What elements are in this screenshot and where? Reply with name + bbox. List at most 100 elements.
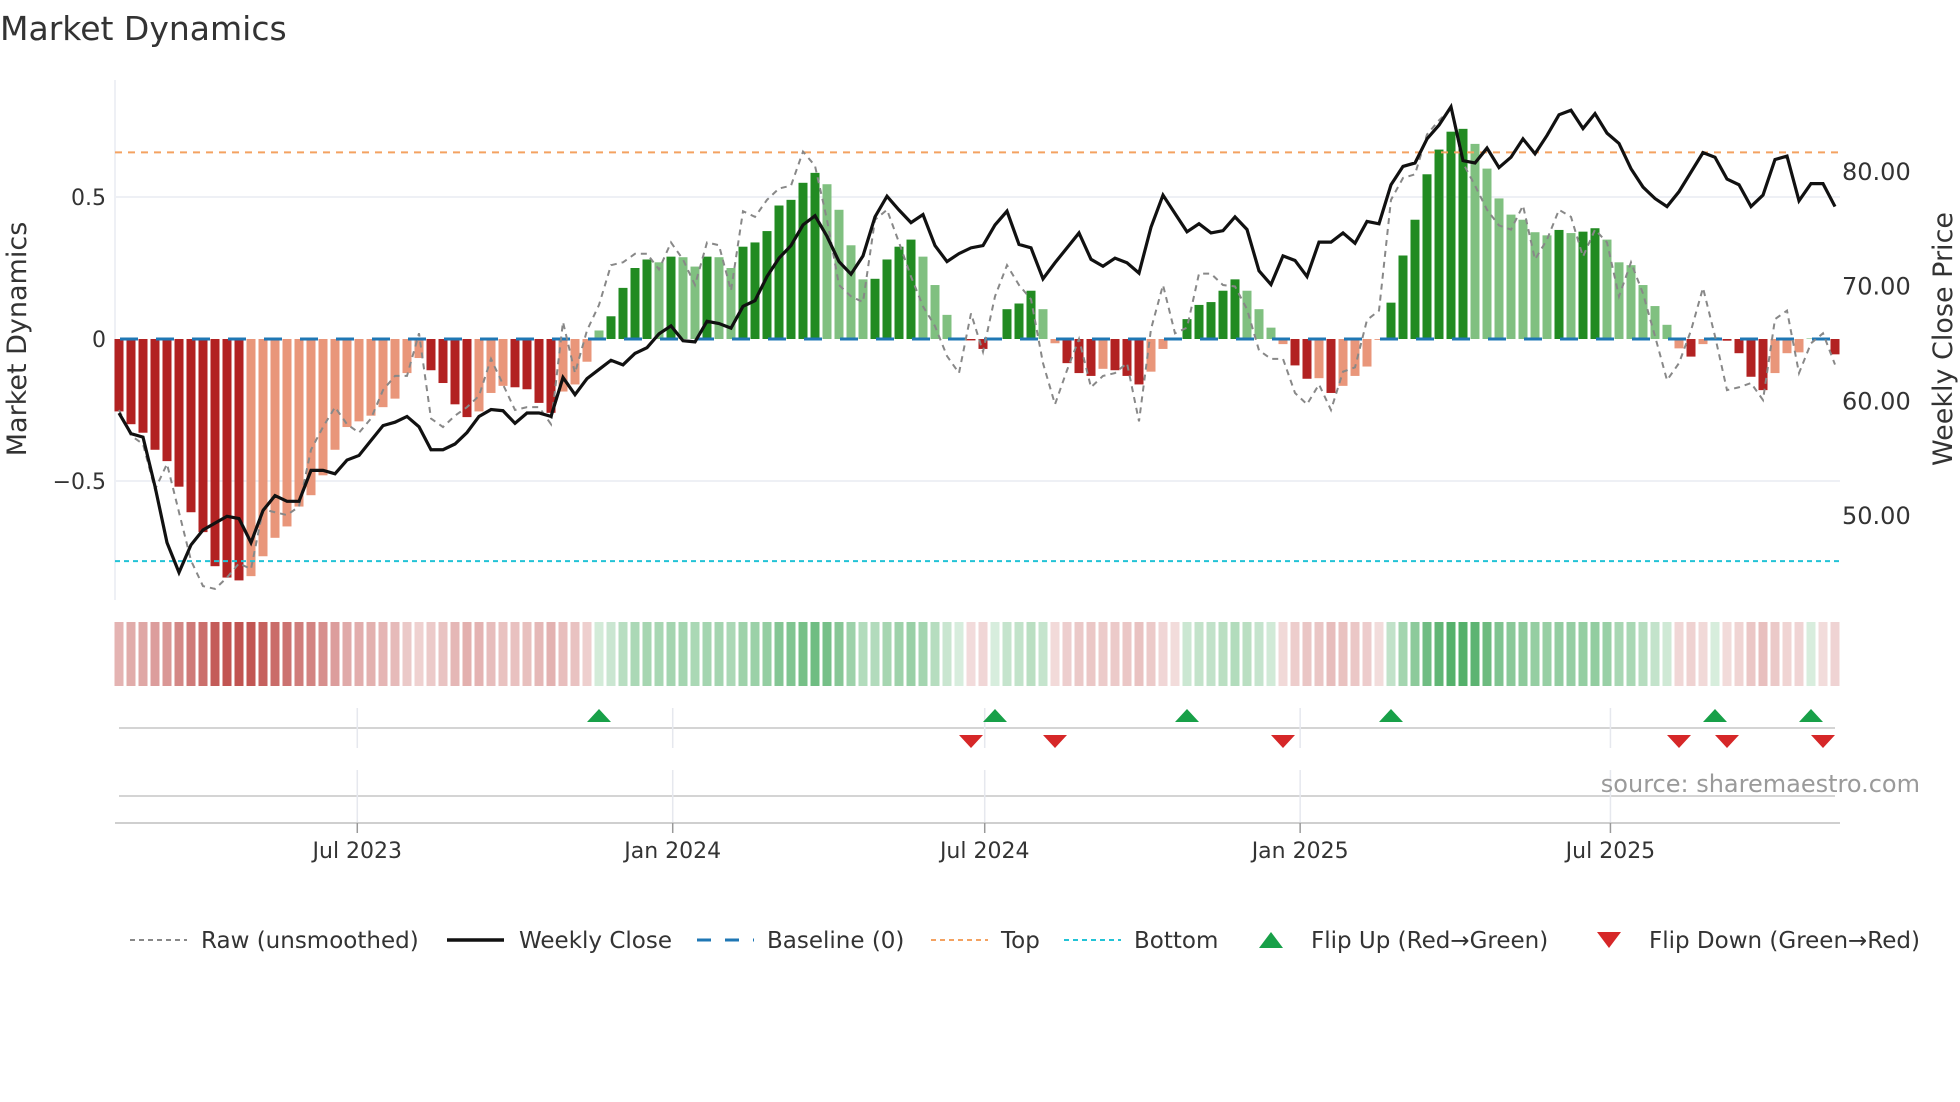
heatmap-cell bbox=[1098, 622, 1108, 686]
heatmap-cell bbox=[570, 622, 580, 686]
heatmap-cell bbox=[486, 622, 496, 686]
flip-down-marker bbox=[1271, 735, 1295, 748]
dynamics-bar bbox=[1518, 219, 1528, 339]
heatmap-cell bbox=[762, 622, 772, 686]
heatmap-cell bbox=[510, 622, 520, 686]
left-tick-label: 0 bbox=[92, 328, 106, 353]
heatmap-cell bbox=[1278, 622, 1288, 686]
dynamics-bar bbox=[450, 339, 460, 405]
chart-title: Market Dynamics bbox=[0, 9, 287, 48]
heatmap-cell bbox=[1470, 622, 1480, 686]
dynamics-bar bbox=[1470, 143, 1480, 339]
dynamics-bar bbox=[1422, 174, 1432, 339]
heatmap-cell bbox=[1374, 622, 1384, 686]
heatmap-cell bbox=[318, 622, 328, 686]
heatmap-cell bbox=[1050, 622, 1060, 686]
right-tick-label: 80.00 bbox=[1842, 158, 1911, 186]
dynamics-bar bbox=[210, 339, 220, 567]
heatmap-cell bbox=[210, 622, 220, 686]
heatmap-cell bbox=[150, 622, 160, 686]
heatmap-cell bbox=[1134, 622, 1144, 686]
heatmap-cell bbox=[846, 622, 856, 686]
dynamics-bar bbox=[1542, 235, 1552, 339]
right-axis-ticks: 80.00 70.00 60.00 50.00 bbox=[1842, 158, 1911, 530]
dynamics-bar bbox=[1254, 309, 1264, 339]
heatmap-cell bbox=[1746, 622, 1756, 686]
heatmap-cell bbox=[1446, 622, 1456, 686]
heatmap-cell bbox=[1302, 622, 1312, 686]
heatmap-cell bbox=[1242, 622, 1252, 686]
flip-events-panel bbox=[119, 708, 1835, 823]
flip-up-icon bbox=[1259, 932, 1283, 948]
right-tick-label: 70.00 bbox=[1842, 273, 1911, 301]
dynamics-bar bbox=[1242, 290, 1252, 339]
heatmap-cell bbox=[1350, 622, 1360, 686]
heatmap-cell bbox=[498, 622, 508, 686]
heatmap-cell bbox=[738, 622, 748, 686]
legend-label: Bottom bbox=[1134, 928, 1218, 954]
heatmap-cell bbox=[834, 622, 844, 686]
flip-up-marker bbox=[1379, 709, 1403, 722]
heatmap-cell bbox=[1158, 622, 1168, 686]
dynamics-bar bbox=[1830, 339, 1840, 355]
legend-item-bottom: Bottom bbox=[1064, 928, 1218, 954]
heatmap-cell bbox=[534, 622, 544, 686]
heatmap-cell bbox=[402, 622, 412, 686]
heatmap-cell bbox=[1758, 622, 1768, 686]
heatmap-cell bbox=[546, 622, 556, 686]
heatmap-cell bbox=[954, 622, 964, 686]
heatmap-cell bbox=[1494, 622, 1504, 686]
x-tick-label: Jan 2025 bbox=[1250, 839, 1349, 864]
heatmap-cell bbox=[222, 622, 232, 686]
heatmap-cell bbox=[330, 622, 340, 686]
dynamics-bar bbox=[318, 339, 328, 476]
x-tick-label: Jul 2024 bbox=[938, 839, 1030, 864]
heatmap-cell bbox=[414, 622, 424, 686]
dynamics-bar bbox=[1506, 214, 1516, 339]
heatmap-cell bbox=[870, 622, 880, 686]
heatmap-cell bbox=[1434, 622, 1444, 686]
legend-label: Raw (unsmoothed) bbox=[201, 928, 419, 954]
heatmap-cell bbox=[930, 622, 940, 686]
dynamics-bar bbox=[438, 339, 448, 384]
heatmap-cell bbox=[1662, 622, 1672, 686]
dynamics-bar bbox=[678, 257, 688, 339]
dynamics-bar bbox=[1302, 339, 1312, 379]
legend-item-flip-down: Flip Down (Green→Red) bbox=[1597, 928, 1920, 954]
dynamics-bar bbox=[1194, 304, 1204, 339]
heatmap-cell bbox=[174, 622, 184, 686]
heatmap-cell bbox=[1170, 622, 1180, 686]
dynamics-bar bbox=[114, 339, 124, 412]
heatmap-cell bbox=[1566, 622, 1576, 686]
heatmap-cell bbox=[798, 622, 808, 686]
dynamics-bar bbox=[474, 339, 484, 412]
dynamics-bar bbox=[1122, 339, 1132, 376]
dynamics-bar bbox=[1038, 309, 1048, 339]
heatmap-cell bbox=[1674, 622, 1684, 686]
dynamics-bar bbox=[1290, 339, 1300, 366]
dynamics-bar bbox=[234, 339, 244, 581]
dynamics-bar bbox=[642, 259, 652, 339]
flip-up-marker bbox=[587, 709, 611, 722]
heatmap-cell bbox=[1014, 622, 1024, 686]
dynamics-bar bbox=[1734, 339, 1744, 354]
left-tick-label: 0.5 bbox=[71, 186, 106, 211]
dynamics-bar bbox=[606, 316, 616, 339]
heatmap-cell bbox=[1074, 622, 1084, 686]
heatmap-cell bbox=[1002, 622, 1012, 686]
heatmap-cell bbox=[162, 622, 172, 686]
heatmap-cell bbox=[1182, 622, 1192, 686]
legend-item-raw: Raw (unsmoothed) bbox=[130, 928, 419, 954]
dynamics-bar bbox=[1494, 198, 1504, 339]
dynamics-bar bbox=[162, 339, 172, 462]
heatmap-cell bbox=[1830, 622, 1840, 686]
heatmap-cell bbox=[1362, 622, 1372, 686]
heatmap-cell bbox=[594, 622, 604, 686]
dynamics-bar bbox=[366, 339, 376, 416]
heatmap-cell bbox=[126, 622, 136, 686]
heatmap-cell bbox=[882, 622, 892, 686]
heatmap-cell bbox=[990, 622, 1000, 686]
dynamics-bar bbox=[834, 209, 844, 339]
dynamics-bar bbox=[1746, 339, 1756, 377]
heatmap-cell bbox=[618, 622, 628, 686]
